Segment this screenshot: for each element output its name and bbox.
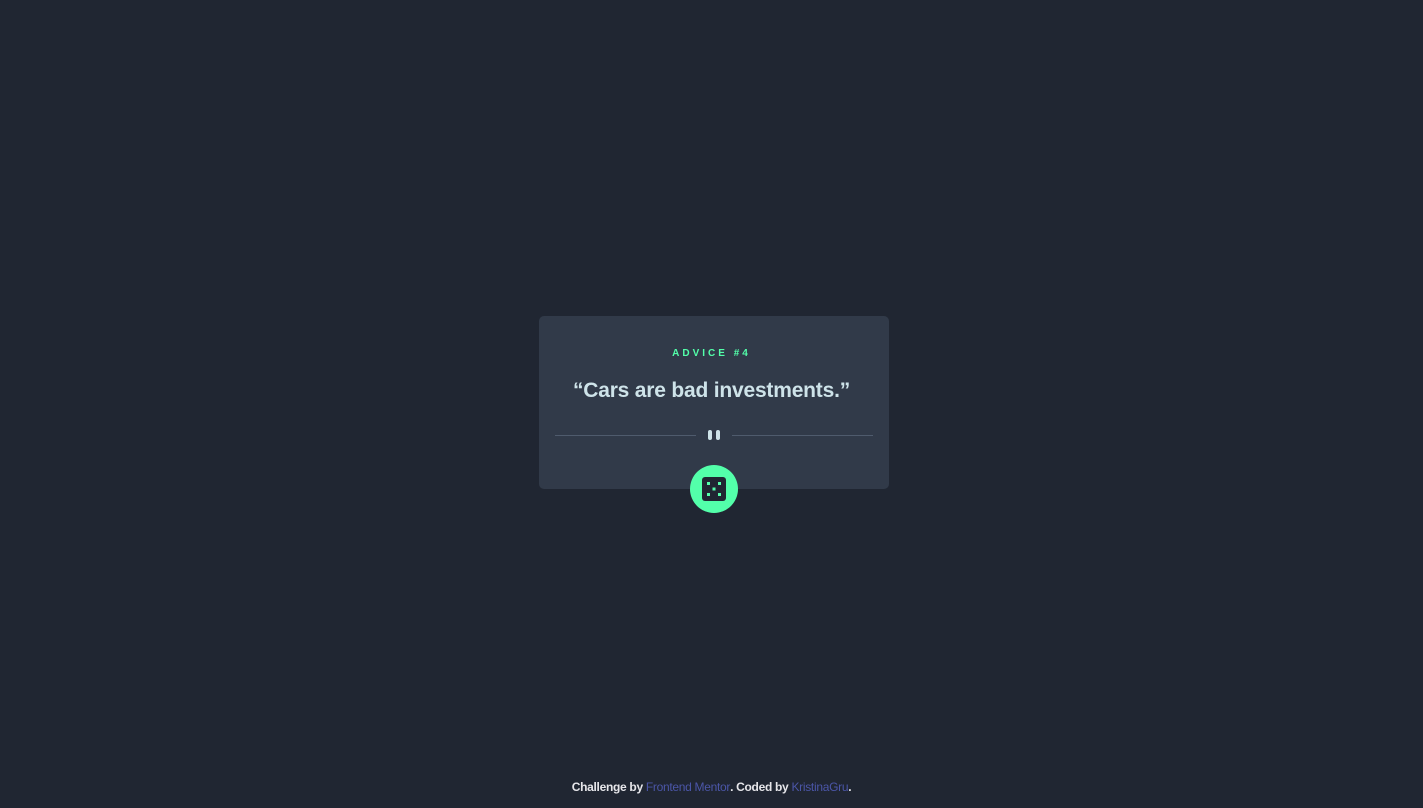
attribution-footer: Challenge by Frontend Mentor. Coded by K… xyxy=(0,779,1423,795)
divider-line-left xyxy=(555,435,696,436)
dice-icon xyxy=(702,477,726,501)
frontend-mentor-link[interactable]: Frontend Mentor xyxy=(646,780,731,794)
divider-line-right xyxy=(732,435,873,436)
divider xyxy=(555,428,873,444)
author-link[interactable]: KristinaGru xyxy=(791,780,848,794)
pause-icon xyxy=(706,430,722,441)
footer-prefix: Challenge by xyxy=(571,780,646,794)
advice-quote: “Cars are bad investments.” xyxy=(572,379,851,402)
footer-middle: . Coded by xyxy=(730,780,792,794)
footer-suffix: . xyxy=(848,780,852,794)
new-advice-button[interactable] xyxy=(690,465,738,513)
advice-number: ADVICE #4 xyxy=(672,348,751,359)
